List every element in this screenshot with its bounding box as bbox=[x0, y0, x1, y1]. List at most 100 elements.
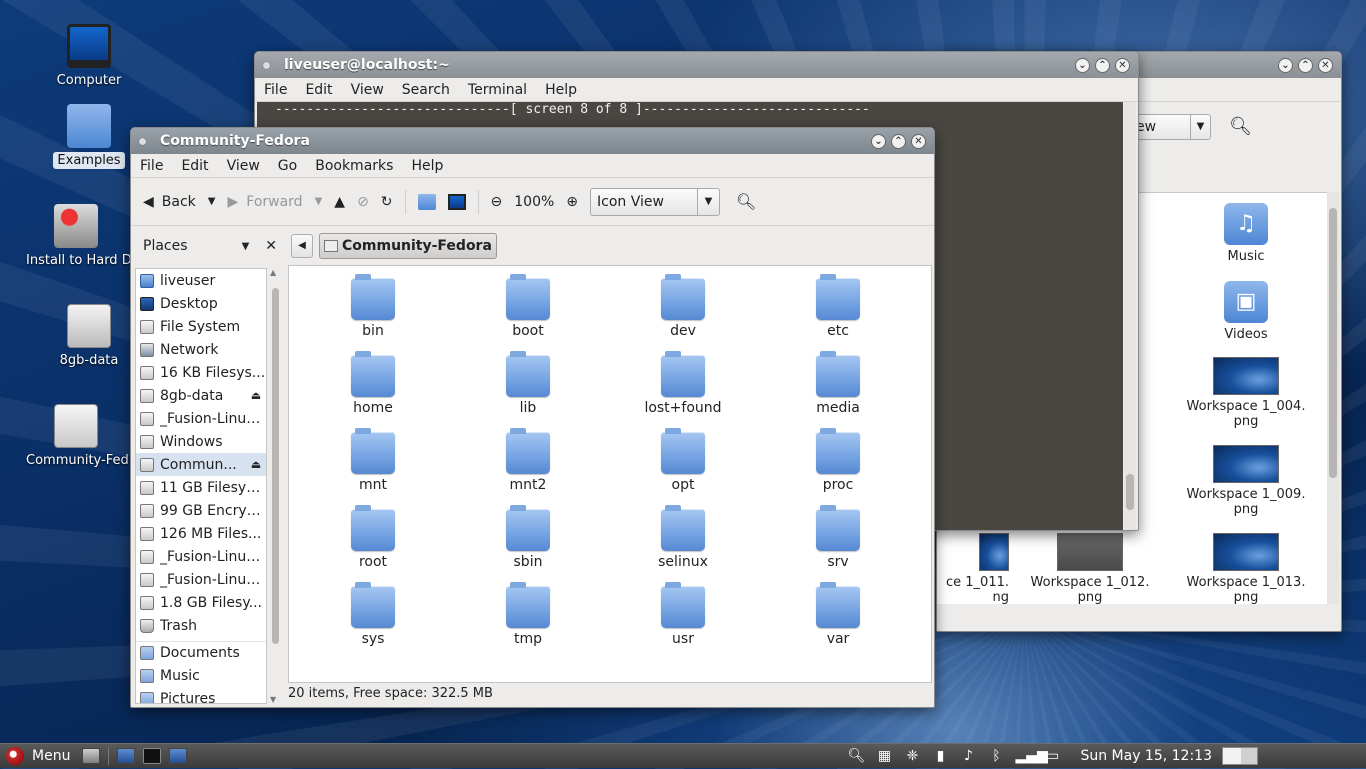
minimize-button[interactable]: ⌄ bbox=[1278, 57, 1293, 73]
menu-search[interactable]: Search bbox=[393, 82, 459, 98]
menu-file[interactable]: File bbox=[255, 82, 296, 98]
file-item-videos[interactable]: ▣ Videos bbox=[1181, 281, 1311, 342]
back-history-dropdown[interactable]: ▼ bbox=[202, 192, 222, 211]
sidebar-item-fusion-linux[interactable]: _Fusion-Linux... bbox=[136, 545, 266, 568]
minimize-button[interactable]: ⌄ bbox=[871, 133, 886, 149]
close-button[interactable]: ✕ bbox=[1318, 57, 1333, 73]
back-button[interactable]: ◀ Back bbox=[137, 190, 202, 214]
menu-view[interactable]: View bbox=[342, 82, 393, 98]
desktop-icon-community-fedora[interactable]: Community-Fed bbox=[22, 404, 130, 473]
folder-item[interactable]: srv bbox=[778, 505, 898, 570]
maximize-button[interactable]: ⌃ bbox=[891, 133, 906, 149]
menu-terminal[interactable]: Terminal bbox=[459, 82, 536, 98]
menu-file[interactable]: File bbox=[131, 158, 172, 174]
folder-item[interactable]: mnt2 bbox=[468, 428, 588, 493]
clock[interactable]: Sun May 15, 12:13 bbox=[1080, 748, 1212, 764]
wireless-signal-icon[interactable]: ▂▄▆ bbox=[1015, 748, 1047, 764]
menu-bookmarks[interactable]: Bookmarks bbox=[306, 158, 402, 174]
terminal-task-icon[interactable] bbox=[143, 748, 162, 764]
titlebar[interactable]: liveuser@localhost:~ ⌄ ⌃ ✕ bbox=[255, 52, 1138, 78]
scroll-up-icon[interactable]: ▲ bbox=[270, 268, 276, 277]
sidebar-item-fusion-linux[interactable]: _Fusion-Linux... bbox=[136, 568, 266, 591]
folder-item[interactable]: usr bbox=[623, 582, 743, 647]
folder-item[interactable]: sbin bbox=[468, 505, 588, 570]
home-button[interactable] bbox=[412, 190, 442, 214]
scrollbar-thumb[interactable] bbox=[1329, 208, 1337, 478]
folder-item[interactable]: opt bbox=[623, 428, 743, 493]
path-segment-button[interactable]: Community-Fedora bbox=[319, 233, 497, 259]
calculator-icon[interactable]: ▦ bbox=[875, 748, 893, 764]
sidebar-item-community[interactable]: Commun... ⏏ bbox=[136, 453, 266, 476]
folder-item[interactable]: bin bbox=[313, 274, 433, 339]
close-button[interactable]: ✕ bbox=[911, 133, 926, 149]
sidebar-item-desktop[interactable]: Desktop bbox=[136, 292, 266, 315]
sidebar-item-8gb-data[interactable]: 8gb-data ⏏ bbox=[136, 384, 266, 407]
bluetooth-icon[interactable]: ᛒ bbox=[987, 748, 1005, 764]
folder-item[interactable]: sys bbox=[313, 582, 433, 647]
sidebar-item-1-8gb[interactable]: 1.8 GB Filesy... bbox=[136, 591, 266, 614]
eject-icon[interactable]: ⏏ bbox=[246, 389, 266, 402]
minimize-button[interactable]: ⌄ bbox=[1075, 57, 1090, 73]
eject-icon[interactable]: ⏏ bbox=[246, 458, 266, 471]
up-button[interactable]: ▲ bbox=[328, 190, 351, 214]
folder-item[interactable]: proc bbox=[778, 428, 898, 493]
file-manager-window[interactable]: Community-Fedora ⌄ ⌃ ✕ File Edit View Go… bbox=[130, 127, 935, 708]
forward-history-dropdown[interactable]: ▼ bbox=[309, 192, 329, 211]
menu-help[interactable]: Help bbox=[536, 82, 586, 98]
file-item-workspace-013[interactable]: Workspace 1_013. png bbox=[1181, 533, 1311, 605]
sidebar-item-liveuser[interactable]: liveuser bbox=[136, 269, 266, 292]
titlebar[interactable]: Community-Fedora ⌄ ⌃ ✕ bbox=[131, 128, 934, 154]
reload-button[interactable]: ↻ bbox=[375, 190, 399, 214]
sidebar-item-fusion-linux[interactable]: _Fusion-Linux... bbox=[136, 407, 266, 430]
sidebar-item-126mb[interactable]: 126 MB Files... bbox=[136, 522, 266, 545]
vertical-scrollbar[interactable] bbox=[1327, 192, 1339, 604]
sidebar-item-documents[interactable]: Documents bbox=[136, 641, 266, 664]
file-item-music[interactable]: ♫ Music bbox=[1181, 203, 1311, 264]
menu-edit[interactable]: Edit bbox=[296, 82, 341, 98]
sidebar-item-windows[interactable]: Windows bbox=[136, 430, 266, 453]
folder-item[interactable]: boot bbox=[468, 274, 588, 339]
folder-item[interactable]: tmp bbox=[468, 582, 588, 647]
workspace-1[interactable] bbox=[1223, 748, 1241, 764]
menu-help[interactable]: Help bbox=[402, 158, 452, 174]
sidebar-item-music[interactable]: Music bbox=[136, 664, 266, 687]
folder-item[interactable]: etc bbox=[778, 274, 898, 339]
close-sidebar-icon[interactable]: ✕ bbox=[265, 238, 277, 254]
view-mode-select[interactable]: ew ▼ bbox=[1133, 114, 1211, 140]
zoom-in-button[interactable]: ⊕ bbox=[560, 190, 584, 214]
window-menu-icon[interactable] bbox=[263, 61, 270, 69]
sidebar-scrollbar[interactable]: ▲ ▼ bbox=[269, 268, 281, 704]
scroll-down-icon[interactable]: ▼ bbox=[270, 695, 276, 704]
file-item-workspace-004[interactable]: Workspace 1_004. png bbox=[1181, 357, 1311, 429]
stop-button[interactable]: ⊘ bbox=[351, 190, 375, 214]
clipboard-icon[interactable]: ▮ bbox=[931, 748, 949, 764]
folder-item[interactable]: lost+found bbox=[623, 351, 743, 416]
maximize-button[interactable]: ⌃ bbox=[1298, 57, 1313, 73]
computer-button[interactable] bbox=[442, 190, 472, 214]
menu-go[interactable]: Go bbox=[269, 158, 306, 174]
search-icon[interactable]: 🔍︎ bbox=[1229, 116, 1252, 137]
search-icon[interactable]: 🔍︎ bbox=[847, 748, 866, 764]
folder-item[interactable]: var bbox=[778, 582, 898, 647]
folder-item[interactable]: selinux bbox=[623, 505, 743, 570]
folder-item[interactable]: media bbox=[778, 351, 898, 416]
file-view[interactable]: bin boot dev etc home lib lost+found media mnt mn… bbox=[288, 265, 932, 683]
folder-item[interactable]: mnt bbox=[313, 428, 433, 493]
path-scroll-left-button[interactable]: ◀ bbox=[291, 234, 313, 258]
folder-item[interactable]: lib bbox=[468, 351, 588, 416]
search-button[interactable]: 🔍︎ bbox=[730, 188, 762, 215]
close-button[interactable]: ✕ bbox=[1115, 57, 1130, 73]
show-desktop-icon[interactable] bbox=[82, 748, 101, 764]
file-item-workspace-009[interactable]: Workspace 1_009. png bbox=[1181, 445, 1311, 517]
scrollbar-thumb[interactable] bbox=[272, 288, 279, 644]
maximize-button[interactable]: ⌃ bbox=[1095, 57, 1110, 73]
sidebar-item-file-system[interactable]: File System bbox=[136, 315, 266, 338]
main-menu-button[interactable]: Menu bbox=[0, 744, 78, 769]
sidebar-item-pictures[interactable]: Pictures bbox=[136, 687, 266, 703]
zoom-level[interactable]: 100% bbox=[508, 190, 560, 214]
view-mode-select[interactable]: Icon View ▼ bbox=[590, 187, 721, 216]
file-item-workspace-011[interactable]: ce 1_011. ng bbox=[937, 533, 1009, 605]
volume-icon[interactable]: ♪ bbox=[959, 748, 977, 764]
folder-item[interactable]: root bbox=[313, 505, 433, 570]
network-task-icon[interactable] bbox=[169, 748, 188, 764]
